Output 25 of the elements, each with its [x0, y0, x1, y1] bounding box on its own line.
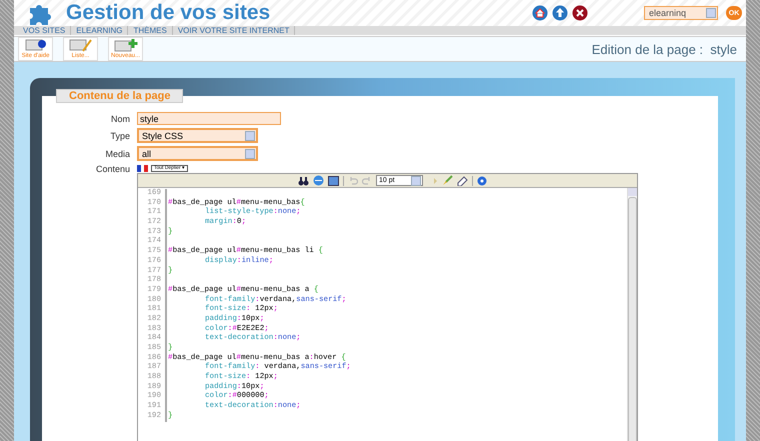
field-label: Contenu: [94, 164, 130, 174]
screen-icon[interactable]: [328, 176, 339, 186]
flag-icon: [137, 164, 148, 172]
binoculars-icon[interactable]: [298, 176, 309, 186]
nav-link[interactable]: VOS SITES: [18, 26, 72, 35]
monitor-plus-icon: [114, 39, 138, 52]
site-select[interactable]: elearninq: [644, 6, 718, 20]
page-heading: Edition de la page : style: [592, 42, 737, 56]
nav-link[interactable]: THÈMES: [128, 26, 173, 35]
close-icon[interactable]: [572, 5, 588, 21]
monitor-info-icon: [24, 39, 48, 52]
nav-link[interactable]: VOIR VOTRE SITE INTERNET: [172, 26, 296, 35]
text-field[interactable]: style: [137, 112, 281, 125]
field-label: Type: [109, 130, 130, 140]
monitor-pencil-icon: [68, 39, 92, 52]
select-field[interactable]: all: [137, 146, 258, 161]
help-icon[interactable]: [477, 176, 487, 186]
field-label: Media: [104, 148, 130, 158]
eraser-icon[interactable]: [457, 175, 468, 186]
home-icon[interactable]: [532, 5, 548, 21]
select-field[interactable]: Style CSS: [137, 128, 258, 143]
site-title: Gestion de vos sites: [66, 1, 272, 25]
nav-link[interactable]: ELEARNING: [71, 26, 128, 35]
scrollbar[interactable]: [627, 188, 637, 441]
field-label: Nom: [110, 114, 130, 124]
